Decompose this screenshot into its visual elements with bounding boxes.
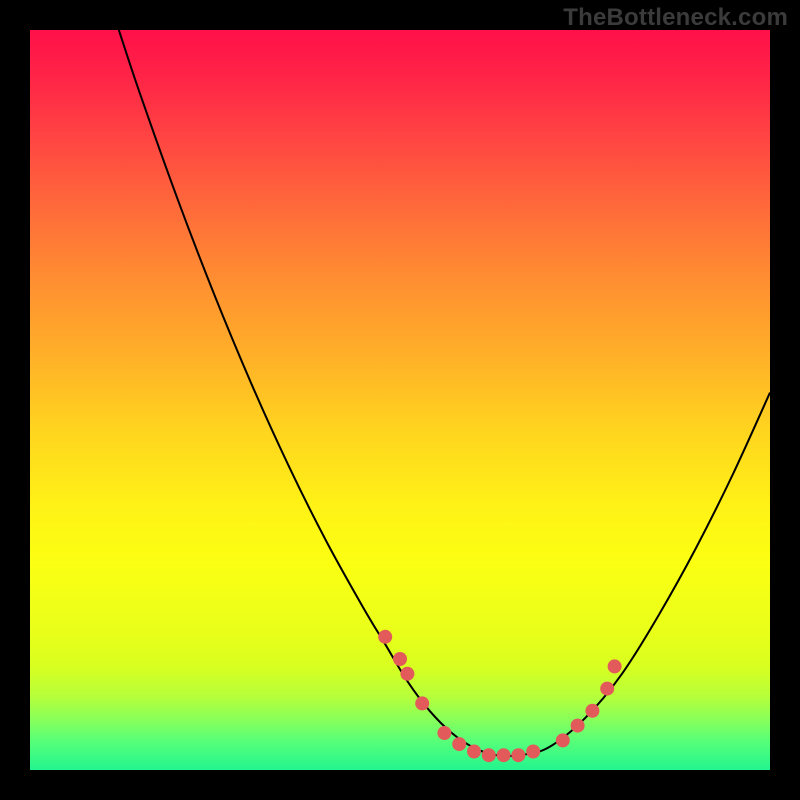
data-marker [571, 719, 585, 733]
data-marker [585, 704, 599, 718]
data-marker [526, 745, 540, 759]
data-marker [600, 682, 614, 696]
data-marker [467, 745, 481, 759]
marker-group [378, 630, 621, 762]
data-marker [511, 748, 525, 762]
data-marker [556, 733, 570, 747]
data-marker [608, 659, 622, 673]
data-marker [400, 667, 414, 681]
data-marker [437, 726, 451, 740]
watermark-text: TheBottleneck.com [563, 4, 788, 32]
data-marker [393, 652, 407, 666]
data-marker [482, 748, 496, 762]
chart-svg [30, 30, 770, 770]
plot-area [30, 30, 770, 770]
chart-container: TheBottleneck.com [0, 0, 800, 800]
data-marker [497, 748, 511, 762]
data-marker [378, 630, 392, 644]
bottleneck-curve [119, 30, 770, 756]
data-marker [415, 696, 429, 710]
data-marker [452, 737, 466, 751]
